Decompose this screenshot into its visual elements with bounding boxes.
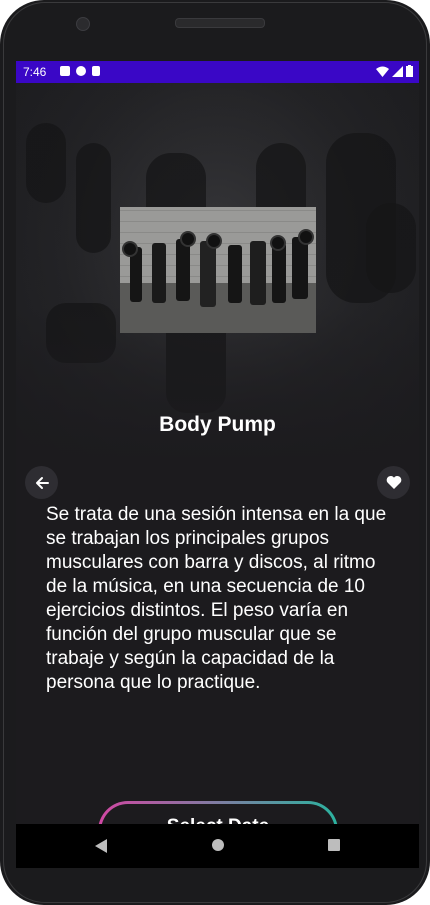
earpiece-speaker [175,18,265,28]
home-circle-icon[interactable] [211,838,225,852]
arrow-left-icon [35,476,49,489]
system-nav-bar [16,824,419,868]
wifi-icon [376,66,389,77]
class-description: Se trata de una sesión intensa en la que… [46,504,387,693]
signal-icon [392,65,403,77]
battery-icon [406,65,413,77]
status-time: 7:46 [23,65,47,79]
select-date-button[interactable]: Select Date [98,801,338,824]
back-button[interactable] [25,466,58,499]
favorite-button[interactable] [377,466,410,499]
notification-f-icon [76,66,86,76]
class-photo [120,207,316,333]
notification-a-icon [60,66,70,76]
back-triangle-icon[interactable] [94,838,108,854]
front-camera [76,17,90,31]
class-title: Body Pump [159,413,276,436]
app-screen: 7:46 Body Pump Se trata de una sesión in… [16,61,419,824]
heart-icon [386,475,401,489]
sd-card-icon [92,66,100,76]
recents-square-icon[interactable] [327,838,341,852]
select-date-label: Select Date [101,804,335,824]
status-bar: 7:46 [16,61,419,83]
